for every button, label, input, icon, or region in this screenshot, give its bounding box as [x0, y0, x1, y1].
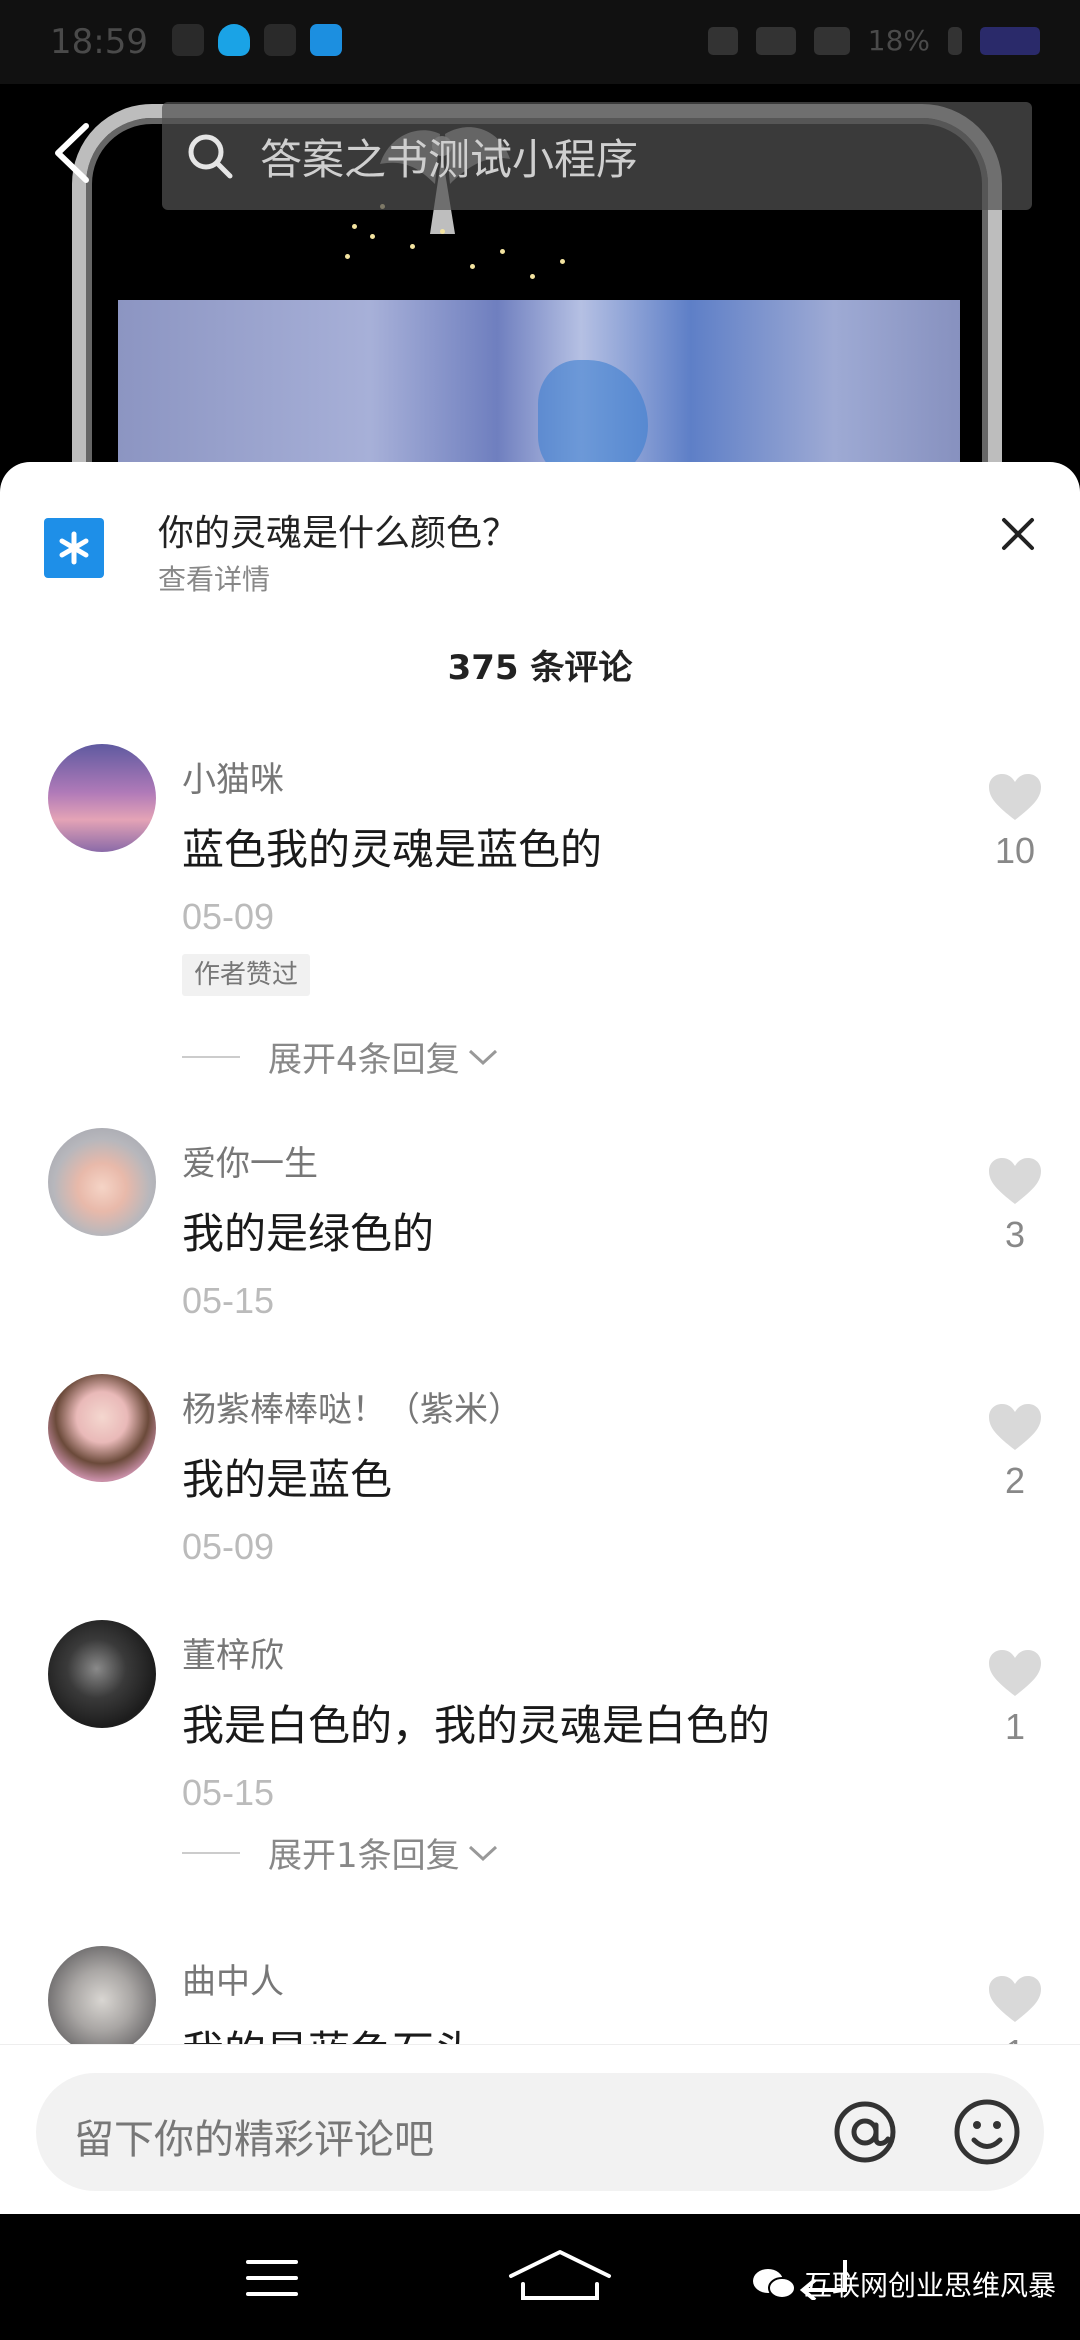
system-navigation-bar: 互联网创业思维风暴 [0, 2214, 1080, 2340]
comment-input-placeholder: 留下你的精彩评论吧 [74, 2117, 434, 2163]
like-button[interactable]: 3 [980, 1156, 1050, 1256]
status-bar: 18:59 18% [0, 0, 1080, 84]
comment-input-bar: 留下你的精彩评论吧 [0, 2044, 1080, 2214]
like-count: 10 [994, 830, 1036, 871]
comment-text[interactable]: 我是白色的，我的灵魂是白色的 [182, 1692, 770, 1753]
search-query: 答案之书测试小程序 [260, 134, 639, 184]
comment-input[interactable]: 留下你的精彩评论吧 [36, 2073, 1044, 2191]
battery-percent: 18% [867, 24, 930, 57]
comment-count: 375 条评论 [447, 648, 633, 688]
search-icon [188, 134, 233, 179]
message-icon [264, 24, 296, 56]
close-button[interactable] [996, 512, 1040, 556]
qq-icon [218, 24, 250, 56]
sound-icon [172, 24, 204, 56]
topic-title[interactable]: 你的灵魂是什么颜色？ [158, 504, 518, 556]
chevron-down-icon [468, 1049, 497, 1065]
heart-icon [989, 1404, 1041, 1450]
status-notification-icons [172, 24, 342, 56]
expand-replies-label: 展开4条回复 [268, 1040, 460, 1080]
expand-replies-label: 展开1条回复 [268, 1836, 460, 1876]
emoji-icon[interactable] [950, 2095, 1024, 2169]
like-button[interactable]: 2 [980, 1402, 1050, 1502]
mention-icon[interactable] [828, 2095, 902, 2169]
home-icon[interactable] [505, 2246, 615, 2306]
charging-icon [948, 26, 962, 55]
like-count: 3 [1004, 1214, 1026, 1255]
comment-date: 05-09 [182, 896, 275, 937]
signal-icon [755, 26, 796, 55]
avatar[interactable] [48, 1946, 156, 2054]
divider [182, 1851, 240, 1854]
app-icon [310, 24, 342, 56]
nfc-icon [707, 26, 738, 55]
comment-username[interactable]: 小猫咪 [182, 752, 284, 801]
expand-replies-button[interactable]: 展开1条回复 [182, 1828, 500, 1877]
comment-date: 05-15 [182, 1280, 275, 1321]
watermark: 互联网创业思维风暴 [752, 2264, 1056, 2304]
like-button[interactable]: 1 [980, 1648, 1050, 1748]
search-bar[interactable]: 答案之书测试小程序 [162, 102, 1032, 210]
topic-icon [44, 518, 104, 578]
avatar[interactable] [48, 744, 156, 852]
heart-icon [989, 1650, 1041, 1696]
comment-username[interactable]: 曲中人 [182, 1954, 284, 2003]
comment-username[interactable]: 杨紫棒棒哒！（紫米） [182, 1382, 522, 1431]
heart-icon [989, 774, 1041, 820]
wechat-icon [753, 2269, 796, 2299]
back-arrow-icon [55, 123, 89, 183]
like-count: 2 [1004, 1460, 1026, 1501]
comment-username[interactable]: 董梓欣 [182, 1628, 284, 1677]
avatar[interactable] [48, 1128, 156, 1236]
heart-icon [989, 1976, 1041, 2022]
status-time: 18:59 [50, 22, 148, 62]
heart-icon [989, 1158, 1041, 1204]
menu-icon[interactable] [244, 2256, 300, 2300]
watermark-text: 互联网创业思维风暴 [804, 2269, 1057, 2302]
like-button[interactable]: 10 [980, 772, 1050, 872]
status-right-icons: 18% [707, 24, 1040, 57]
comment-date: 05-15 [182, 1772, 275, 1813]
avatar[interactable] [48, 1620, 156, 1728]
comment-text[interactable]: 我的是绿色的 [182, 1200, 434, 1261]
topic-details-link[interactable]: 查看详情 [158, 558, 270, 598]
author-liked-badge: 作者赞过 [182, 954, 311, 996]
video-frame-image [118, 300, 960, 484]
divider [182, 1055, 240, 1058]
battery-icon [980, 26, 1040, 55]
comment-text[interactable]: 我的是蓝色 [182, 1446, 392, 1507]
comment-sheet: 你的灵魂是什么颜色？ 查看详情 375 条评论 小猫咪 蓝色我的灵魂是蓝色的 0… [0, 462, 1080, 2212]
back-button[interactable] [44, 118, 104, 188]
comment-text[interactable]: 蓝色我的灵魂是蓝色的 [182, 816, 602, 877]
topic-header[interactable]: 你的灵魂是什么颜色？ 查看详情 [0, 462, 1080, 612]
expand-replies-button[interactable]: 展开4条回复 [182, 1032, 500, 1081]
like-count: 1 [1004, 1706, 1026, 1747]
close-icon [1002, 518, 1034, 550]
avatar[interactable] [48, 1374, 156, 1482]
comment-date: 05-09 [182, 1526, 275, 1567]
wifi-icon [813, 26, 850, 55]
chevron-down-icon [468, 1845, 497, 1861]
comment-username[interactable]: 爱你一生 [182, 1136, 318, 1185]
